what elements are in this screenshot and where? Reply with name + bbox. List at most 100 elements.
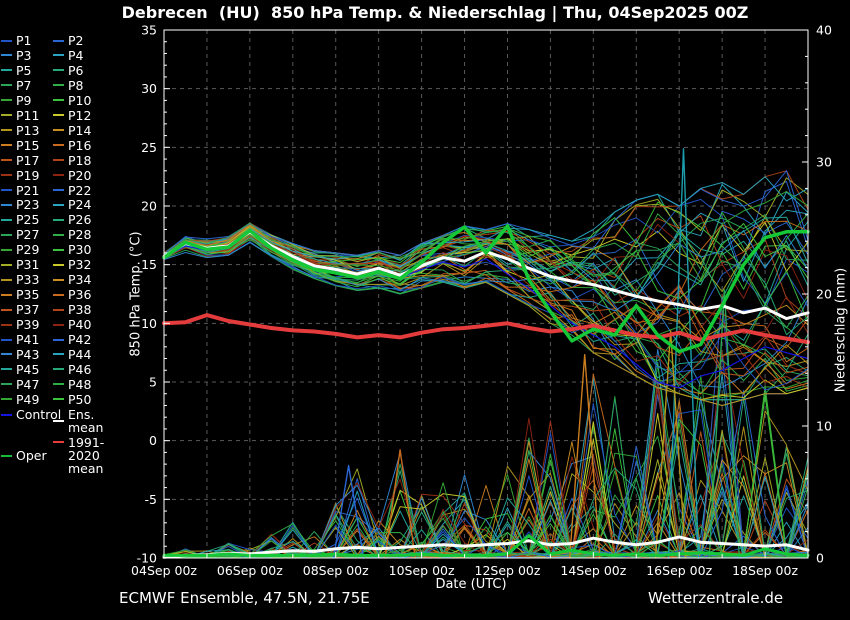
x-tick-label: 06Sep 00z <box>217 563 283 578</box>
legend-swatch <box>53 398 64 400</box>
legend-swatch <box>1 414 12 416</box>
legend-item-p3: P3 <box>1 49 32 62</box>
legend-label: P49 <box>16 393 39 406</box>
legend-item-p36: P36 <box>53 288 91 301</box>
legend-label: P28 <box>68 228 91 241</box>
legend-label: P9 <box>16 94 32 107</box>
x-tick-label: 08Sep 00z <box>303 563 369 578</box>
legend-swatch <box>53 54 64 56</box>
right-tick-label: 40 <box>816 23 832 38</box>
legend-item-p2: P2 <box>53 34 84 47</box>
ensemble-legend: P1P2P3P4P5P6P7P8P9P10P11P12P13P14P15P16P… <box>0 0 130 500</box>
legend-item-p31: P31 <box>1 258 39 271</box>
legend-item-p8: P8 <box>53 79 84 92</box>
legend-item-p23: P23 <box>1 198 39 211</box>
legend-swatch <box>1 204 12 206</box>
legend-swatch <box>1 40 12 42</box>
legend-swatch <box>1 455 12 457</box>
legend-swatch <box>1 174 12 176</box>
legend-item-p48: P48 <box>53 378 91 391</box>
legend-item-p17: P17 <box>1 154 39 167</box>
temp-member-line <box>164 235 808 405</box>
legend-swatch <box>53 69 64 71</box>
legend-label: P36 <box>68 288 91 301</box>
legend-swatch <box>53 353 64 355</box>
legend-label: P26 <box>68 213 91 226</box>
legend-label: P7 <box>16 79 32 92</box>
legend-label: P21 <box>16 184 39 197</box>
legend-label: P20 <box>68 169 91 182</box>
footer-model-info: ECMWF Ensemble, 47.5N, 21.75E <box>119 589 370 607</box>
legend-label: P39 <box>16 318 39 331</box>
legend-label: P31 <box>16 258 39 271</box>
legend-swatch <box>53 204 64 206</box>
legend-label: P27 <box>16 228 39 241</box>
legend-swatch <box>1 249 12 251</box>
legend-label: P15 <box>16 139 39 152</box>
left-tick-label: 20 <box>141 199 157 214</box>
legend-label: P17 <box>16 154 39 167</box>
legend-item-p49: P49 <box>1 393 39 406</box>
legend-label: P44 <box>68 348 91 361</box>
legend-swatch <box>1 234 12 236</box>
legend-label: 1991-2020 mean <box>68 436 130 475</box>
legend-item-p28: P28 <box>53 228 91 241</box>
legend-item-p7: P7 <box>1 79 32 92</box>
legend-swatch <box>1 383 12 385</box>
legend-label: P22 <box>68 184 91 197</box>
x-tick-label: 10Sep 00z <box>389 563 455 578</box>
legend-label: P11 <box>16 109 39 122</box>
legend-item-p37: P37 <box>1 303 39 316</box>
legend-item-climate-mean: 1991-2020 mean <box>53 436 130 475</box>
legend-swatch <box>53 144 64 146</box>
legend-label: P43 <box>16 348 39 361</box>
legend-swatch <box>53 368 64 370</box>
right-tick-label: 0 <box>816 551 824 566</box>
legend-swatch <box>1 144 12 146</box>
legend-swatch <box>53 189 64 191</box>
legend-item-p34: P34 <box>53 273 91 286</box>
left-axis-label: 850 hPa Temp. (°C) <box>129 231 144 356</box>
legend-item-p41: P41 <box>1 333 39 346</box>
right-tick-label: 30 <box>816 155 832 170</box>
legend-label: P3 <box>16 49 32 62</box>
legend-item-p13: P13 <box>1 124 39 137</box>
legend-label: P10 <box>68 94 91 107</box>
ensemble-meteogram: Debrecen (HU) 850 hPa Temp. & Niederschl… <box>0 0 850 620</box>
legend-item-p18: P18 <box>53 154 91 167</box>
legend-item-p16: P16 <box>53 139 91 152</box>
x-tick-label: 16Sep 00z <box>646 563 712 578</box>
legend-item-p6: P6 <box>53 64 84 77</box>
legend-item-p4: P4 <box>53 49 84 62</box>
legend-label: P24 <box>68 198 91 211</box>
legend-item-p43: P43 <box>1 348 39 361</box>
legend-item-p29: P29 <box>1 243 39 256</box>
legend-item-p39: P39 <box>1 318 39 331</box>
legend-label: P8 <box>68 79 84 92</box>
legend-label: P18 <box>68 154 91 167</box>
right-tick-label: 20 <box>816 287 832 302</box>
legend-label: P34 <box>68 273 91 286</box>
legend-label: P2 <box>68 34 84 47</box>
legend-label: P45 <box>16 363 39 376</box>
legend-swatch <box>53 441 64 443</box>
legend-label: P41 <box>16 333 39 346</box>
legend-item-p32: P32 <box>53 258 91 271</box>
legend-item-p15: P15 <box>1 139 39 152</box>
legend-swatch <box>53 234 64 236</box>
legend-item-p22: P22 <box>53 184 91 197</box>
x-axis-label: Date (UTC) <box>435 577 506 592</box>
legend-swatch <box>53 40 64 42</box>
legend-label: P50 <box>68 393 91 406</box>
legend-label: P42 <box>68 333 91 346</box>
legend-item-p47: P47 <box>1 378 39 391</box>
legend-label: P35 <box>16 288 39 301</box>
legend-swatch <box>53 249 64 251</box>
legend-swatch <box>1 339 12 341</box>
left-tick-label: -5 <box>145 492 157 507</box>
legend-swatch <box>1 264 12 266</box>
legend-item-p44: P44 <box>53 348 91 361</box>
legend-item-p1: P1 <box>1 34 32 47</box>
legend-label: Ens. mean <box>68 408 130 434</box>
legend-swatch <box>53 420 64 422</box>
